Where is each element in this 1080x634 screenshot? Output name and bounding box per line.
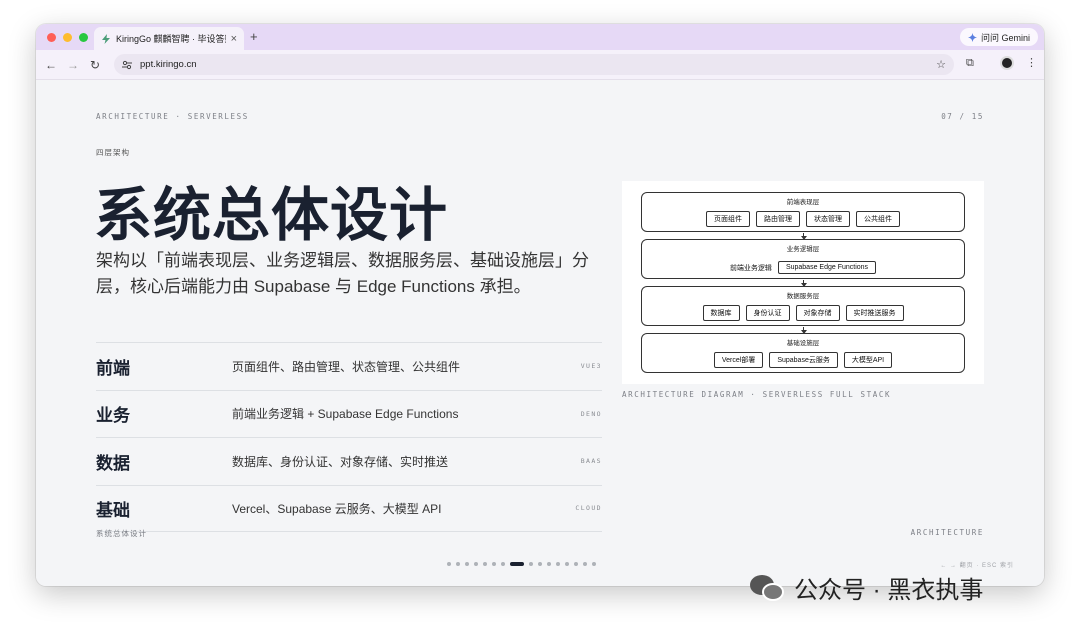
extensions-icon[interactable]: ⧉ (966, 57, 974, 70)
zoom-window-button[interactable] (79, 32, 88, 42)
pagination-dot[interactable] (447, 562, 451, 566)
layer-row-frontend: 前端 页面组件、路由管理、状态管理、公共组件 VUE3 (96, 342, 602, 390)
gemini-label: 问问 Gemini (980, 32, 1030, 43)
section-label: ARCHITECTURE · SERVERLESS (96, 112, 249, 121)
pagination-dot[interactable] (474, 562, 478, 566)
watermark-text: 公众号 · 黑衣执事 (794, 577, 984, 604)
pagination-dot[interactable] (538, 562, 542, 566)
eyebrow-label: 四层架构 (96, 148, 130, 157)
diagram-arrow (800, 280, 807, 287)
reload-icon[interactable]: ↻ (84, 58, 106, 72)
browser-window: KiringGo 麒麟智聘 · 毕设答辩 × + 问问 Gemini ← → ↻… (36, 24, 1044, 586)
layer-desc: 数据库、身份认证、对象存储、实时推送 (232, 454, 449, 469)
pagination-dot[interactable] (465, 562, 469, 566)
diagram-layer-data: 数据服务层 数据库 身份认证 对象存储 实时推送服务 (641, 286, 965, 326)
diagram-box: 数据库 (702, 305, 740, 321)
diagram-box: 公共组件 (856, 211, 900, 227)
architecture-diagram: 前端表现层 页面组件 路由管理 状态管理 公共组件 业务逻辑层 前端业务逻辑 S… (622, 181, 984, 384)
layer-tag: VUE3 (580, 362, 602, 371)
layer-row-infra: 基础 Vercel、Supabase 云服务、大模型 API CLOUD (96, 484, 602, 532)
slide-pagination (447, 562, 596, 566)
site-settings-icon[interactable] (122, 60, 132, 70)
layer-name: 前端 (96, 358, 130, 379)
gemini-button[interactable]: 问问 Gemini (959, 28, 1038, 46)
slide-subtitle: 架构以「前端表现层、业务逻辑层、数据服务层、基础设施层」分层，核心后端能力由 S… (96, 251, 589, 296)
layer-name: 数据 (96, 453, 130, 474)
diagram-layer-title: 业务逻辑层 (786, 246, 820, 253)
layer-desc: Vercel、Supabase 云服务、大模型 API (232, 501, 442, 516)
tab-bar: KiringGo 麒麟智聘 · 毕设答辩 × + 问问 Gemini (36, 24, 1044, 50)
layer-desc: 页面组件、路由管理、状态管理、公共组件 (232, 359, 461, 374)
more-menu-icon[interactable]: ⋮ (1026, 56, 1037, 69)
footer-section: ARCHITECTURE (910, 528, 984, 537)
tab-active[interactable]: KiringGo 麒麟智聘 · 毕设答辩 × (94, 27, 244, 50)
diagram-caption: ARCHITECTURE DIAGRAM · SERVERLESS FULL S… (622, 390, 892, 399)
browser-toolbar: ← → ↻ ppt.kiringo.cn ☆ ⧉ ⋮ (36, 50, 1044, 80)
diagram-box: 身份认证 (745, 305, 790, 321)
keyboard-hint: ← → 翻页 · ESC 索引 (940, 563, 1014, 569)
layer-desc: 前端业务逻辑 + Supabase Edge Functions (232, 407, 459, 422)
wechat-logo-icon (748, 573, 788, 603)
diagram-box: Supabase云服务 (769, 352, 838, 368)
diagram-box: 状态管理 (806, 211, 850, 227)
diagram-box: 大模型API (843, 352, 893, 368)
pagination-dot[interactable] (574, 562, 578, 566)
layer-tag: DENO (580, 409, 602, 418)
diagram-box: 实时推送服务 (845, 305, 904, 321)
layer-row-data: 数据 数据库、身份认证、对象存储、实时推送 BAAS (96, 437, 602, 485)
layer-row-business: 业务 前端业务逻辑 + Supabase Edge Functions DENO (96, 389, 602, 438)
pagination-dot[interactable] (501, 562, 505, 566)
pagination-dot[interactable] (483, 562, 487, 566)
pagination-dot[interactable] (565, 562, 569, 566)
back-arrow-icon[interactable]: ← (40, 58, 62, 72)
layer-name: 基础 (96, 500, 130, 521)
diagram-label: 前端业务逻辑 (729, 264, 772, 272)
diagram-box: 对象存储 (795, 305, 840, 321)
layer-list: 前端 页面组件、路由管理、状态管理、公共组件 VUE3 业务 前端业务逻辑 + … (96, 342, 602, 532)
layer-name: 业务 (96, 406, 130, 427)
diagram-arrow (800, 327, 807, 334)
slide-page: ARCHITECTURE · SERVERLESS 07 / 15 四层架构 系… (36, 80, 1044, 586)
watermark: 公众号 · 黑衣执事 (748, 570, 983, 605)
pagination-dot[interactable] (492, 562, 496, 566)
pagination-dot[interactable] (547, 562, 551, 566)
diagram-layer-title: 基础设施层 (786, 340, 820, 347)
diagram-box: Vercel部署 (713, 352, 764, 368)
address-bar[interactable]: ppt.kiringo.cn ☆ (114, 54, 954, 75)
pagination-dot[interactable] (592, 562, 596, 566)
diagram-layer-infra: 基础设施层 Vercel部署 Supabase云服务 大模型API (641, 333, 965, 373)
close-window-button[interactable] (47, 32, 56, 42)
pagination-dot[interactable] (529, 562, 533, 566)
window-controls (47, 32, 88, 42)
profile-avatar[interactable] (1000, 56, 1014, 70)
pagination-dot[interactable] (583, 562, 587, 566)
favicon-icon (102, 33, 110, 44)
minimize-window-button[interactable] (63, 32, 72, 42)
tab-close-icon[interactable]: × (231, 33, 237, 45)
page-counter: 07 / 15 (941, 112, 984, 121)
pagination-dot[interactable] (456, 562, 460, 566)
pagination-dot[interactable] (510, 562, 524, 566)
diagram-layer-title: 数据服务层 (786, 293, 820, 300)
diagram-arrow (800, 233, 807, 240)
diagram-box: 路由管理 (756, 211, 800, 227)
diagram-layer-title: 前端表现层 (786, 199, 820, 206)
diagram-layer-frontend: 前端表现层 页面组件 路由管理 状态管理 公共组件 (641, 192, 965, 232)
layer-tag: BAAS (580, 457, 602, 466)
new-tab-button[interactable]: + (250, 29, 258, 44)
url-text: ppt.kiringo.cn (140, 59, 197, 70)
forward-arrow-icon[interactable]: → (62, 58, 84, 72)
slide-title: 系统总体设计 (94, 181, 449, 249)
gemini-sparkle-icon (967, 32, 977, 42)
bookmark-star-icon[interactable]: ☆ (936, 58, 946, 71)
footer-title: 系统总体设计 (96, 529, 147, 538)
tab-title: KiringGo 麒麟智聘 · 毕设答辩 (116, 34, 226, 44)
diagram-layer-business: 业务逻辑层 前端业务逻辑 Supabase Edge Functions (641, 239, 965, 279)
layer-tag: CLOUD (575, 504, 602, 513)
pagination-dot[interactable] (556, 562, 560, 566)
diagram-box: Supabase Edge Functions (777, 261, 877, 274)
diagram-box: 页面组件 (706, 211, 750, 227)
